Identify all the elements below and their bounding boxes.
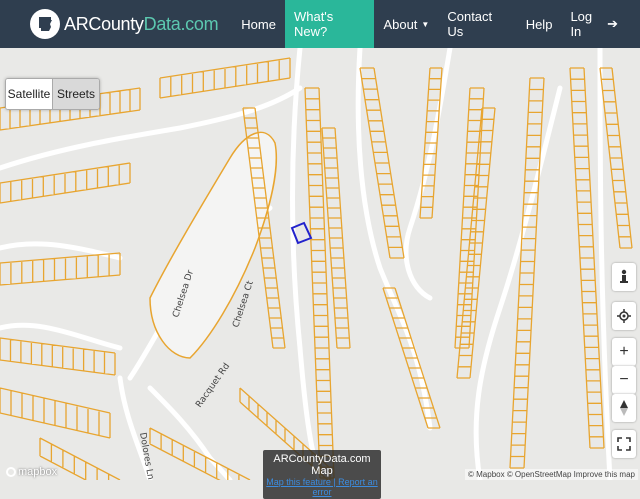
nav-contact[interactable]: Contact Us (438, 0, 516, 48)
nav-about[interactable]: About ▼ (374, 0, 438, 48)
nav-home[interactable]: Home (232, 0, 285, 48)
top-navbar: ARCountyData.com Home What's New? About ▼… (0, 0, 640, 48)
layer-toggle: Satellite Streets (5, 78, 100, 110)
nav-login[interactable]: Log In ➔ (561, 0, 640, 48)
pegman-icon[interactable] (612, 263, 636, 291)
login-icon: ➔ (607, 16, 618, 31)
zoom-in-button[interactable]: + (612, 338, 636, 366)
satellite-layer-button[interactable]: Satellite (6, 79, 52, 109)
map-info-title: ARCountyData.com Map (273, 453, 371, 477)
login-label: Log In (570, 9, 593, 39)
brand-name: ARCountyData.com (64, 13, 219, 34)
mapbox-logo-text: mapbox (18, 466, 58, 478)
streets-layer-button[interactable]: Streets (52, 79, 99, 109)
mapbox-logo[interactable]: mapbox (6, 466, 57, 478)
fullscreen-icon[interactable] (612, 430, 636, 458)
mapbox-icon (6, 467, 16, 477)
map-attribution[interactable]: © Mapbox © OpenStreetMap Improve this ma… (465, 469, 638, 480)
zoom-out-button[interactable]: − (612, 366, 636, 394)
caret-down-icon: ▼ (421, 19, 430, 29)
parcel-map[interactable]: Chelsea Dr Chelsea Ct Racquet Rd Dolores… (0, 48, 640, 480)
map-info-box: ARCountyData.com Map Map this feature | … (263, 450, 381, 499)
arkansas-state-icon (30, 9, 60, 39)
locate-icon[interactable] (612, 302, 636, 330)
nav-help[interactable]: Help (517, 0, 562, 48)
map-canvas: Chelsea Dr Chelsea Ct Racquet Rd Dolores… (0, 48, 640, 480)
nav-whats-new[interactable]: What's New? (284, 0, 375, 48)
map-info-link[interactable]: Map this feature | Report an error (265, 477, 379, 497)
nav-about-label: About (383, 16, 418, 32)
compass-icon[interactable] (612, 394, 636, 422)
brand-link[interactable]: ARCountyData.com (0, 0, 232, 48)
